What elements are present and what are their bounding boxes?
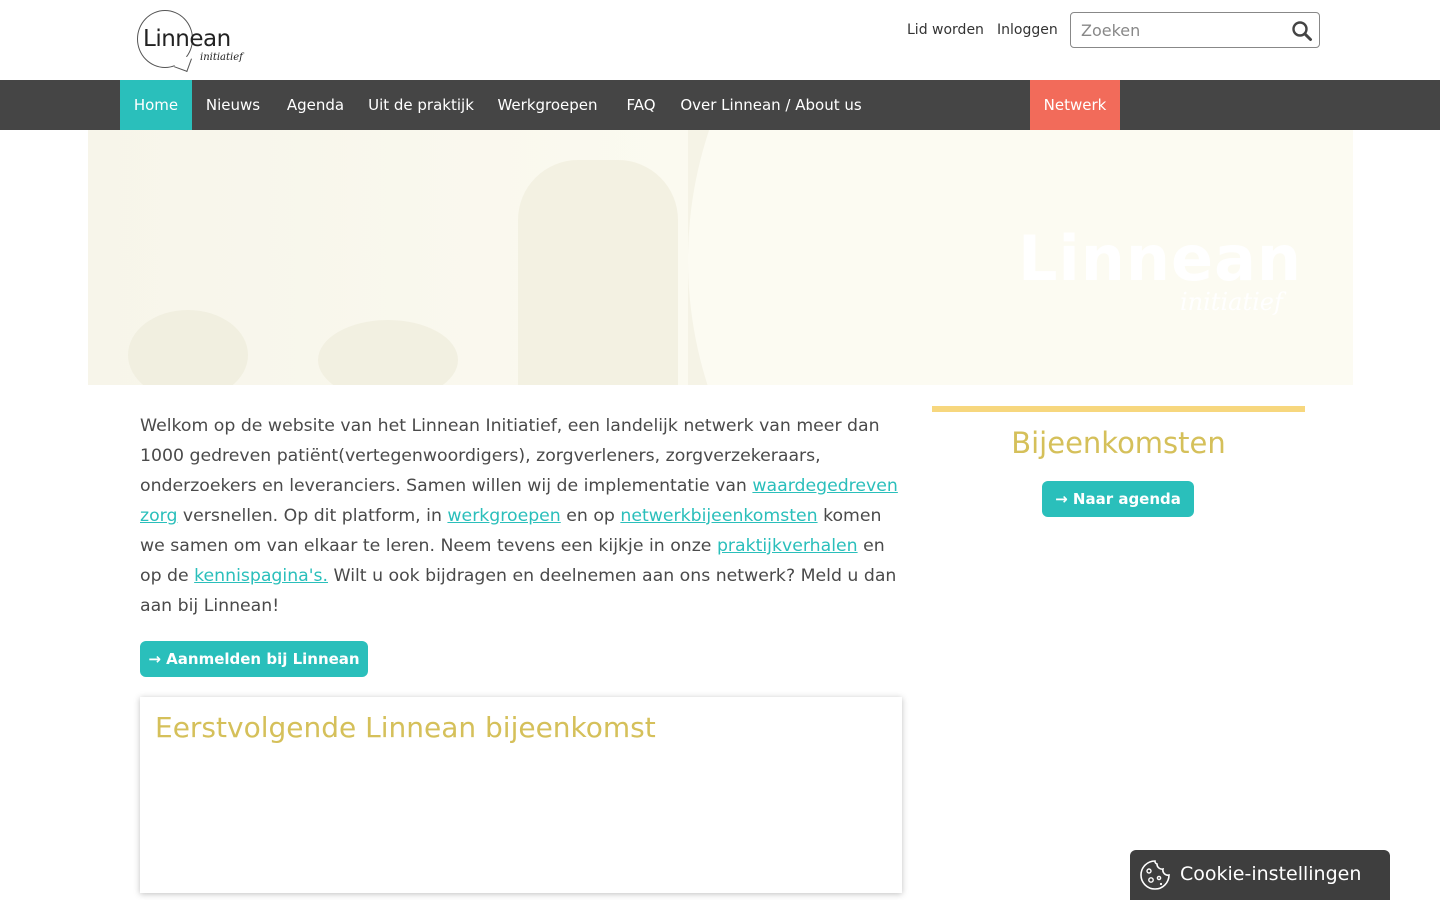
hero-logo-word: Linnean	[1018, 222, 1303, 295]
site-header: Linnean initiatief Lid worden Inloggen	[0, 0, 1440, 80]
hero-banner: Linnean initiatief	[88, 130, 1353, 385]
link-netwerkbijeenkomsten[interactable]: netwerkbijeenkomsten	[620, 506, 817, 526]
link-kennispaginas[interactable]: kennispagina's.	[194, 566, 328, 586]
nav-item-home[interactable]: Home	[120, 80, 192, 130]
nav-item-nieuws[interactable]: Nieuws	[192, 80, 274, 130]
intro-segment: en op	[560, 506, 621, 526]
link-werkgroepen[interactable]: werkgroepen	[447, 506, 560, 526]
logo-bubble-tail	[174, 54, 192, 72]
intro-segment: versnellen. Op dit platform, in	[177, 506, 448, 526]
link-praktijkverhalen[interactable]: praktijkverhalen	[717, 536, 858, 556]
next-event-title: Eerstvolgende Linnean bijeenkomst	[155, 711, 656, 744]
cookie-settings-button[interactable]: Cookie-instellingen	[1130, 850, 1390, 900]
cookie-icon	[1140, 860, 1170, 890]
hero-figure	[518, 160, 678, 385]
sidebar-title: Bijeenkomsten	[1011, 426, 1226, 460]
nav-item-werkgroepen[interactable]: Werkgroepen	[485, 80, 610, 130]
next-event-card: Eerstvolgende Linnean bijeenkomst	[140, 697, 902, 893]
intro-text: Welkom op de website van het Linnean Ini…	[140, 411, 902, 621]
nav-item-uit-de-praktijk[interactable]: Uit de praktijk	[357, 80, 485, 130]
search-input[interactable]	[1081, 19, 1281, 41]
nav-item-about[interactable]: Over Linnean / About us	[672, 80, 870, 130]
agenda-button[interactable]: → Naar agenda	[1042, 481, 1194, 517]
nav-item-faq[interactable]: FAQ	[610, 80, 672, 130]
nav-item-netwerk[interactable]: Netwerk	[1030, 80, 1120, 130]
logo-wordmark: Linnean	[143, 26, 231, 52]
search-box	[1070, 12, 1320, 48]
site-logo[interactable]: Linnean initiatief	[136, 10, 246, 72]
signup-button[interactable]: → Aanmelden bij Linnean	[140, 641, 368, 677]
join-link[interactable]: Lid worden	[907, 22, 984, 38]
cookie-label: Cookie-instellingen	[1180, 863, 1362, 885]
search-icon[interactable]	[1291, 20, 1313, 42]
nav-item-agenda[interactable]: Agenda	[274, 80, 357, 130]
main-nav: Home Nieuws Agenda Uit de praktijk Werkg…	[0, 80, 1440, 130]
login-link[interactable]: Inloggen	[997, 22, 1058, 38]
logo-subtitle: initiatief	[200, 52, 243, 63]
sidebar-accent-bar	[932, 406, 1305, 412]
hero-logo-sub: initiatief	[1180, 288, 1283, 316]
